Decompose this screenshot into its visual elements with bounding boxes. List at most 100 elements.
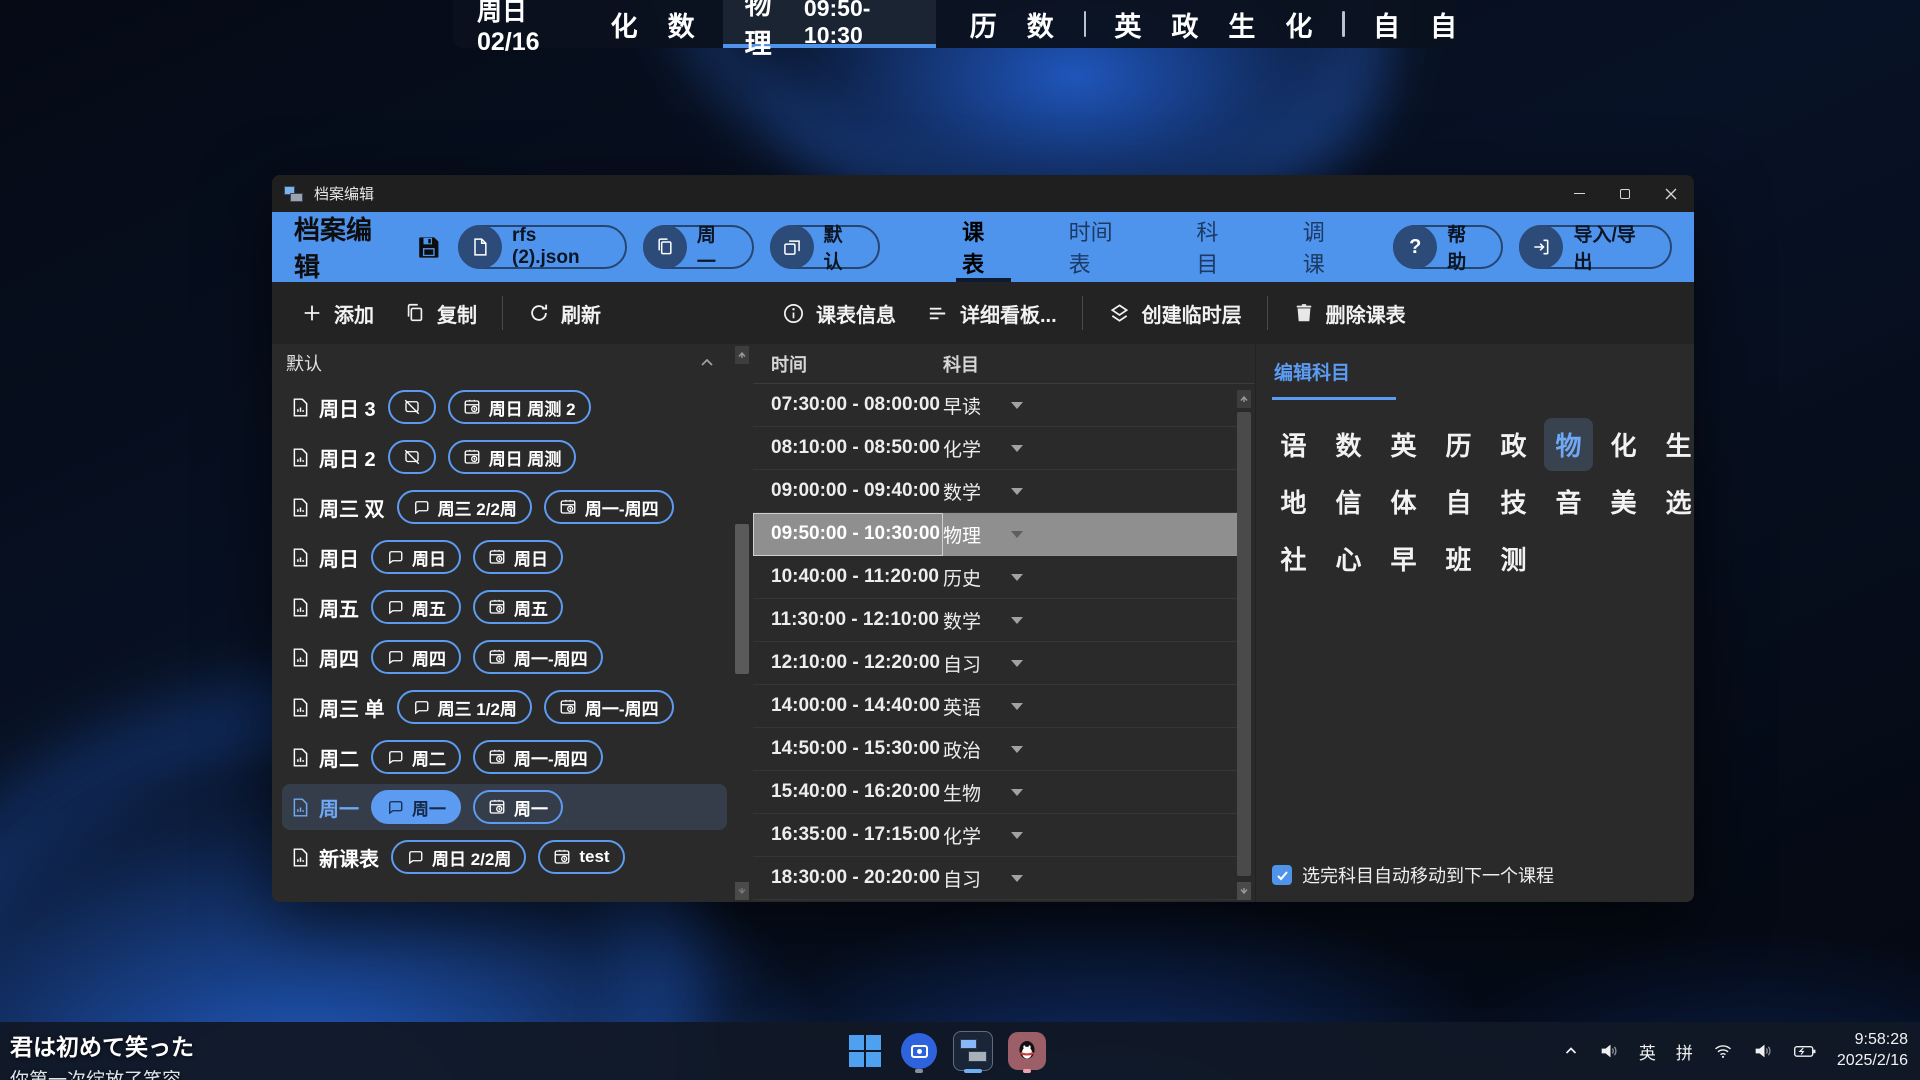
dropdown-arrow-icon[interactable] xyxy=(1011,531,1023,538)
table-row[interactable]: 10:40:00 - 11:20:00历史 xyxy=(753,556,1239,599)
scroll-up-button[interactable] xyxy=(1237,390,1251,408)
subject-cell[interactable]: 化学 xyxy=(943,435,981,462)
subject-cell[interactable]: 政治 xyxy=(943,736,981,763)
timetable-pill[interactable]: 周一-周四 xyxy=(473,640,603,674)
timetable-pill[interactable]: 周一 xyxy=(473,790,563,824)
save-icon[interactable] xyxy=(416,234,442,260)
subject-option[interactable]: 数 xyxy=(1321,416,1376,473)
detail-board-button[interactable]: 详细看板... xyxy=(911,290,1072,336)
start-button[interactable] xyxy=(845,1028,885,1074)
subject-option[interactable]: 音 xyxy=(1541,473,1596,530)
trigger-rule-pill[interactable]: 周五 xyxy=(371,590,461,624)
dropdown-arrow-icon[interactable] xyxy=(1011,402,1023,409)
create-temp-layer-button[interactable]: 创建临时层 xyxy=(1093,290,1257,336)
import-export-button[interactable]: 导入/导出 xyxy=(1519,225,1672,269)
timetable-pill[interactable]: 周一-周四 xyxy=(473,740,603,774)
dropdown-arrow-icon[interactable] xyxy=(1011,445,1023,452)
edit-subject-tab[interactable]: 编辑科目 xyxy=(1272,358,1396,400)
subject-cell[interactable]: 自习 xyxy=(943,650,981,677)
timetable-pill[interactable]: test xyxy=(538,840,624,874)
list-item-selected[interactable]: 周一 周一 周一 xyxy=(282,784,727,830)
subject-option[interactable]: 社 xyxy=(1266,530,1321,587)
table-row[interactable]: 16:35:00 - 17:15:00化学 xyxy=(753,814,1239,857)
subject-cell[interactable]: 历史 xyxy=(943,564,981,591)
ime-language-indicator[interactable]: 英 xyxy=(1639,1039,1656,1064)
list-item[interactable]: 周二 周二 周一-周四 xyxy=(282,734,727,780)
taskbar-app-screenshot[interactable] xyxy=(899,1028,939,1074)
hidden-rule-pill[interactable] xyxy=(388,390,436,424)
table-row[interactable]: 08:10:00 - 08:50:00化学 xyxy=(753,427,1239,470)
subject-option[interactable]: 生 xyxy=(1651,416,1694,473)
subject-option[interactable]: 自 xyxy=(1431,473,1486,530)
subject-option[interactable]: 化 xyxy=(1596,416,1651,473)
ime-mode-indicator[interactable]: 拼 xyxy=(1676,1039,1693,1064)
taskbar-app-schedule-active[interactable] xyxy=(953,1028,993,1074)
list-item[interactable]: 周日 周日 周日 xyxy=(282,534,727,580)
timetable-pill[interactable]: 周日 周测 xyxy=(448,440,577,474)
tab-schedule[interactable]: 课表 xyxy=(956,212,1010,282)
tray-speaker-icon[interactable] xyxy=(1599,1041,1619,1061)
maximize-button[interactable] xyxy=(1602,175,1648,212)
checkbox-checked-icon[interactable] xyxy=(1272,865,1292,885)
list-item[interactable]: 周日 3 周日 周测 2 xyxy=(282,384,727,430)
list-item[interactable]: 周四 周四 周一-周四 xyxy=(282,634,727,680)
refresh-button[interactable]: 刷新 xyxy=(513,290,616,336)
dropdown-arrow-icon[interactable] xyxy=(1011,832,1023,839)
list-item[interactable]: 周五 周五 周五 xyxy=(282,584,727,630)
help-button[interactable]: ? 帮助 xyxy=(1393,225,1503,269)
hidden-rule-pill[interactable] xyxy=(388,440,436,474)
scroll-up-button[interactable] xyxy=(735,346,749,364)
table-row[interactable]: 14:00:00 - 14:40:00英语 xyxy=(753,685,1239,728)
list-item[interactable]: 新课表 周日 2/2周 test xyxy=(282,834,727,880)
table-row[interactable]: 14:50:00 - 15:30:00政治 xyxy=(753,728,1239,771)
subject-option[interactable]: 美 xyxy=(1596,473,1651,530)
dropdown-arrow-icon[interactable] xyxy=(1011,617,1023,624)
table-row[interactable]: 09:00:00 - 09:40:00数学 xyxy=(753,470,1239,513)
schedule-group-header[interactable]: 默认 xyxy=(272,344,753,382)
table-row[interactable]: 07:30:00 - 08:00:00早读 xyxy=(753,384,1239,427)
scrollbar-thumb[interactable] xyxy=(1237,412,1251,876)
minimize-button[interactable] xyxy=(1556,175,1602,212)
trigger-rule-pill[interactable]: 周四 xyxy=(371,640,461,674)
subject-option-selected[interactable]: 物 xyxy=(1541,416,1596,473)
subject-option[interactable]: 选 xyxy=(1651,473,1694,530)
dropdown-arrow-icon[interactable] xyxy=(1011,746,1023,753)
dropdown-arrow-icon[interactable] xyxy=(1011,574,1023,581)
timetable-pill[interactable]: 周日 xyxy=(473,540,563,574)
close-button[interactable] xyxy=(1648,175,1694,212)
subject-cell[interactable]: 自习 xyxy=(943,865,981,892)
scroll-down-button[interactable] xyxy=(1237,882,1251,900)
chevron-up-icon[interactable] xyxy=(699,355,715,371)
table-row[interactable]: 18:30:00 - 20:20:00自习 xyxy=(753,857,1239,900)
subject-option[interactable]: 测 xyxy=(1486,530,1541,587)
tab-swap[interactable]: 调课 xyxy=(1297,212,1351,282)
dropdown-arrow-icon[interactable] xyxy=(1011,660,1023,667)
trigger-rule-pill[interactable]: 周日 2/2周 xyxy=(391,840,526,874)
subject-option[interactable]: 英 xyxy=(1376,416,1431,473)
subject-cell[interactable]: 早读 xyxy=(943,392,981,419)
list-item[interactable]: 周三 双 周三 2/2周 周一-周四 xyxy=(282,484,727,530)
trigger-rule-pill[interactable]: 周一 xyxy=(371,790,461,824)
taskbar-clock[interactable]: 9:58:28 2025/2/16 xyxy=(1837,1030,1908,1072)
trigger-rule-pill[interactable]: 周三 1/2周 xyxy=(397,690,532,724)
timetable-pill[interactable]: 周一-周四 xyxy=(544,690,674,724)
trigger-rule-pill[interactable]: 周日 xyxy=(371,540,461,574)
table-row[interactable]: 11:30:00 - 12:10:00数学 xyxy=(753,599,1239,642)
subject-cell[interactable]: 数学 xyxy=(943,607,981,634)
subject-option[interactable]: 历 xyxy=(1431,416,1486,473)
dropdown-arrow-icon[interactable] xyxy=(1011,789,1023,796)
subject-cell[interactable]: 英语 xyxy=(943,693,981,720)
timetable-pill[interactable]: 周一-周四 xyxy=(544,490,674,524)
table-row[interactable]: 15:40:00 - 16:20:00生物 xyxy=(753,771,1239,814)
wifi-icon[interactable] xyxy=(1713,1041,1733,1061)
scrollbar-thumb[interactable] xyxy=(735,524,749,674)
profile-file-button[interactable]: rfs (2).json xyxy=(458,225,627,269)
schedule-info-button[interactable]: 课表信息 xyxy=(767,290,911,336)
subject-cell[interactable]: 数学 xyxy=(943,478,981,505)
tray-chevron-up-icon[interactable] xyxy=(1563,1043,1579,1059)
subject-option[interactable]: 语 xyxy=(1266,416,1321,473)
trigger-rule-pill[interactable]: 周三 2/2周 xyxy=(397,490,532,524)
list-item[interactable]: 周日 2 周日 周测 xyxy=(282,434,727,480)
subject-option[interactable]: 体 xyxy=(1376,473,1431,530)
current-layer-button[interactable]: 默认 xyxy=(770,225,881,269)
